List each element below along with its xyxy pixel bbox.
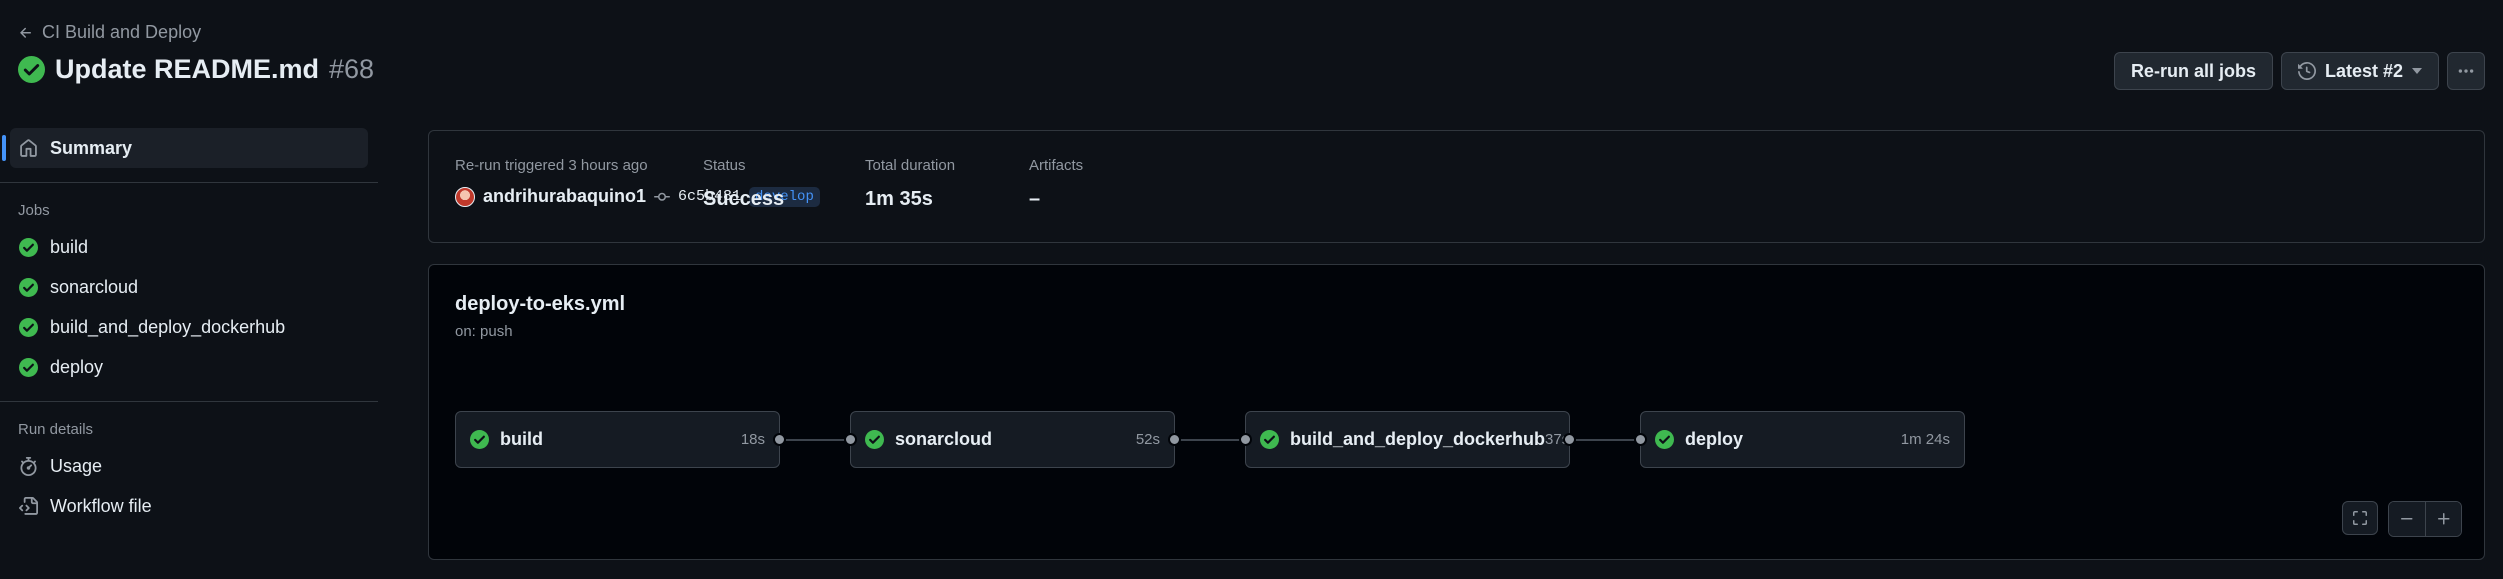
- back-to-workflow-link[interactable]: CI Build and Deploy: [18, 22, 201, 43]
- artifacts-column: Artifacts –: [1029, 157, 1083, 211]
- graph-job-sonarcloud[interactable]: sonarcloud 52s: [844, 411, 1181, 468]
- graph-job-duration: 52s: [1135, 431, 1160, 448]
- back-link-label: CI Build and Deploy: [42, 22, 202, 42]
- attempt-select-button[interactable]: Latest #2: [2280, 52, 2439, 90]
- kebab-horizontal-icon: [2458, 69, 2474, 73]
- actor-link[interactable]: andrihurabaquino1: [483, 186, 646, 207]
- check-circle-fill-icon: [19, 357, 38, 377]
- check-circle-fill-icon: [18, 56, 45, 83]
- history-icon: [2297, 62, 2316, 80]
- check-circle-fill-icon: [19, 317, 38, 337]
- sidebar-item-label: Usage: [50, 455, 103, 476]
- git-commit-icon: [654, 192, 671, 201]
- screen-full-icon: [2353, 511, 2367, 525]
- header-actions: Re-run all jobs Latest #2: [2113, 52, 2485, 90]
- sidebar-job-label: build: [50, 236, 89, 257]
- workflow-file-name[interactable]: deploy-to-eks.yml: [455, 293, 625, 316]
- check-circle-fill-icon: [19, 277, 38, 297]
- check-circle-fill-icon: [1655, 430, 1674, 449]
- sidebar-item-usage[interactable]: Usage: [10, 446, 368, 486]
- run-title-row: Update README.md #68: [18, 54, 374, 85]
- arrow-left-icon: [20, 27, 31, 38]
- sidebar-job-sonarcloud[interactable]: sonarcloud: [10, 267, 368, 307]
- graph-job-name: deploy: [1685, 429, 1744, 449]
- file-code-icon: [19, 496, 38, 515]
- graph-port: [773, 432, 786, 446]
- sidebar-job-deploy[interactable]: deploy: [10, 347, 368, 387]
- run-summary-panel: Re-run triggered 3 hours ago andrihuraba…: [428, 130, 2485, 243]
- status-column: Status Success: [703, 157, 784, 211]
- graph-job-deploy[interactable]: deploy 1m 24s: [1634, 411, 1965, 468]
- sidebar-divider: [0, 182, 378, 183]
- sidebar-job-label: deploy: [50, 356, 104, 377]
- check-circle-fill-icon: [470, 430, 489, 449]
- sidebar-job-build[interactable]: build: [10, 227, 368, 267]
- status-value: Success: [703, 188, 785, 210]
- run-title: Update README.md: [55, 54, 320, 84]
- stopwatch-icon: [20, 456, 37, 476]
- graph-job-name: sonarcloud: [895, 429, 993, 449]
- zoom-out-button[interactable]: [2389, 502, 2425, 536]
- check-circle-fill-icon: [865, 430, 884, 449]
- sidebar-item-summary[interactable]: Summary: [2, 128, 368, 168]
- graph-job-build-and-deploy-dockerhub[interactable]: build_and_deploy_dockerhub 37s: [1239, 411, 1576, 468]
- check-circle-fill-icon: [1260, 430, 1279, 449]
- graph-job-duration: 18s: [740, 431, 765, 448]
- graph-controls: [2342, 501, 2462, 537]
- graph-port: [1168, 432, 1181, 446]
- check-circle-fill-icon: [19, 237, 38, 257]
- more-actions-button[interactable]: [2447, 52, 2485, 90]
- sidebar-job-label: sonarcloud: [50, 276, 139, 297]
- graph-edge: [1571, 439, 1641, 441]
- artifacts-label: Artifacts: [1029, 157, 1084, 174]
- rerun-all-jobs-button[interactable]: Re-run all jobs: [2113, 52, 2273, 90]
- sidebar-job-build-and-deploy-dockerhub[interactable]: build_and_deploy_dockerhub: [10, 307, 368, 347]
- graph-job-name: build_and_deploy_dockerhub: [1290, 429, 1546, 449]
- sidebar-job-label: build_and_deploy_dockerhub: [50, 316, 286, 337]
- workflow-run-page: CI Build and Deploy Update README.md #68…: [0, 0, 2503, 579]
- dash-icon: [2401, 518, 2413, 520]
- duration-value: 1m 35s: [865, 188, 933, 210]
- graph-port: [1239, 432, 1252, 446]
- zoom-controls: [2388, 501, 2462, 537]
- duration-label: Total duration: [865, 157, 956, 174]
- sidebar-item-workflow-file[interactable]: Workflow file: [10, 486, 368, 526]
- zoom-in-button[interactable]: [2425, 502, 2461, 536]
- graph-edge: [1176, 439, 1246, 441]
- chevron-down-icon: [2412, 68, 2422, 74]
- home-icon: [20, 138, 37, 157]
- jobs-heading: Jobs: [18, 202, 50, 219]
- run-details-heading: Run details: [18, 421, 94, 438]
- graph-port: [1563, 432, 1576, 446]
- sidebar-divider: [0, 401, 378, 402]
- graph-job-name: build: [500, 429, 543, 449]
- attempt-select-label: Latest #2: [2324, 60, 2403, 81]
- run-sidebar: Summary Jobs build sonarcloud build_and_…: [0, 128, 378, 526]
- graph-job-duration: 1m 24s: [1900, 431, 1950, 448]
- run-number: #68: [329, 54, 375, 84]
- graph-job-build[interactable]: build 18s: [455, 411, 786, 468]
- artifacts-value: –: [1029, 188, 1041, 210]
- duration-column: Total duration 1m 35s: [865, 157, 955, 211]
- rerun-all-jobs-label: Re-run all jobs: [2130, 60, 2256, 81]
- status-label: Status: [703, 157, 746, 174]
- graph-edge: [781, 439, 851, 441]
- avatar[interactable]: [455, 186, 475, 207]
- plus-icon: [2437, 513, 2449, 525]
- sidebar-item-label: Workflow file: [50, 495, 152, 516]
- fullscreen-button[interactable]: [2342, 501, 2378, 535]
- graph-port: [844, 432, 857, 446]
- sidebar-item-label: Summary: [50, 137, 133, 158]
- workflow-trigger: on: push: [455, 323, 513, 340]
- graph-port: [1634, 432, 1647, 446]
- workflow-graph-panel: deploy-to-eks.yml on: push build 18s son…: [428, 264, 2485, 560]
